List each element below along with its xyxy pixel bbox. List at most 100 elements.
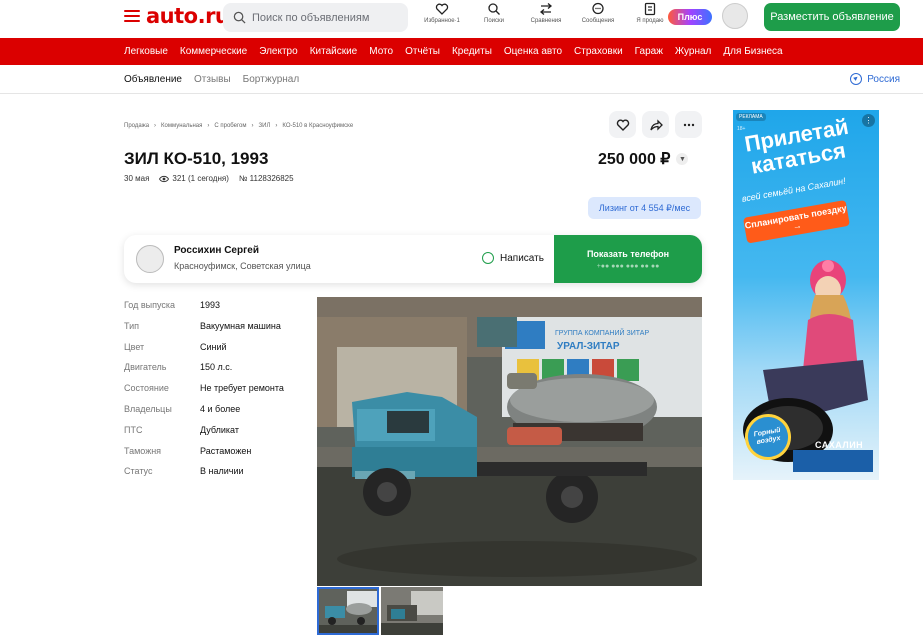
chat-icon [592, 2, 604, 15]
seller-avatar[interactable] [136, 245, 164, 273]
category-item[interactable]: Китайские [310, 46, 358, 57]
top-bar: auto.ru Поиск по объявлениям Избранное·1… [0, 0, 923, 38]
main-photo[interactable]: ГРУППА КОМПАНИЙ ЗИТАР УРАЛ-ЗИТАР [317, 297, 702, 586]
ad-cta-button[interactable]: Спланировать поездку → [743, 199, 850, 244]
spec-key: Таможня [124, 445, 162, 456]
menu-icon[interactable] [124, 10, 140, 22]
ad-label: РЕКЛАМА [736, 113, 766, 121]
nav-messages[interactable]: Сообщения [576, 2, 620, 24]
breadcrumb-item[interactable]: Коммунальная [161, 123, 202, 129]
logo[interactable]: auto.ru [124, 4, 230, 28]
spec-key: Тип [124, 320, 140, 331]
seller-name[interactable]: Россихин Сергей [174, 245, 259, 256]
category-item[interactable]: Кредиты [452, 46, 492, 57]
nav-selling-label: Я продаю [636, 18, 664, 24]
heart-icon [616, 119, 629, 131]
nav-selling[interactable]: Я продаю [628, 2, 672, 24]
breadcrumb-item[interactable]: КО-510 в Красноуфимске [282, 123, 353, 129]
leasing-button[interactable]: Лизинг от 4 554 ₽/мес [588, 197, 701, 219]
breadcrumb-item[interactable]: Продажа [124, 123, 149, 129]
breadcrumb-item[interactable]: С пробегом [214, 123, 246, 129]
write-label: Написать [500, 252, 544, 264]
category-item[interactable]: Гараж [635, 46, 663, 57]
plus-label: Плюс [677, 12, 703, 22]
category-item[interactable]: Журнал [675, 46, 712, 57]
spec-key: Год выпуска [124, 300, 175, 310]
spec-key: Двигатель [124, 362, 167, 373]
nav-favorites-label: Избранное·1 [424, 18, 460, 24]
spec-value: 1993 [200, 300, 221, 310]
category-item[interactable]: Для Бизнеса [723, 46, 782, 57]
photo-sign-top: ГРУППА КОМПАНИЙ ЗИТАР [555, 328, 649, 337]
spec-value: Дубликат [200, 424, 239, 435]
user-avatar[interactable] [722, 3, 748, 29]
category-item[interactable]: Оценка авто [504, 46, 562, 57]
nav-compare[interactable]: Сравнения [524, 2, 568, 24]
spec-row: Состояние Не требует ремонта [124, 383, 284, 404]
breadcrumb-separator: › [207, 123, 210, 129]
logo-text[interactable]: auto.ru [146, 4, 230, 28]
more-icon[interactable] [675, 111, 702, 138]
search-placeholder: Поиск по объявлениям [252, 11, 370, 24]
nav-messages-label: Сообщения [581, 18, 615, 24]
tab-listing[interactable]: Объявление [124, 74, 182, 85]
spec-row: Владельцы 4 и более [124, 404, 284, 425]
eye-icon [159, 175, 170, 182]
show-phone-button[interactable]: Показать телефон +●● ●●● ●●● ●● ●● [554, 235, 702, 283]
category-item[interactable]: Отчёты [405, 46, 440, 57]
share-button[interactable] [642, 111, 669, 138]
advertisement-banner[interactable]: РЕКЛАМА 18+ ⋮ Прилетай кататься всей сем… [733, 110, 879, 480]
nav-favorites[interactable]: Избранное·1 [420, 2, 464, 24]
thumbnail[interactable] [317, 587, 379, 635]
post-listing-button[interactable]: Разместить объявление [764, 3, 900, 31]
breadcrumb-item[interactable]: ЗИЛ [259, 123, 271, 129]
category-item[interactable]: Электро [259, 46, 297, 57]
more-icon[interactable]: ⋮ [862, 114, 875, 127]
nav-searches[interactable]: Поиски [472, 2, 516, 24]
listing-actions [609, 111, 702, 138]
category-item[interactable]: Страховки [574, 46, 623, 57]
ad-brand: САХАЛИН [815, 440, 864, 450]
spec-value: Не требует ремонта [200, 383, 284, 394]
price-value: 250 000 ₽ [598, 151, 671, 168]
chevron-down-icon[interactable]: ▼ [676, 153, 689, 165]
tab-logbook[interactable]: Бортжурнал [243, 74, 300, 85]
category-item[interactable]: Легковые [124, 46, 168, 57]
search-alert-icon [488, 3, 500, 15]
breadcrumb-separator: › [275, 123, 278, 129]
write-message-button[interactable]: Написать [482, 252, 544, 264]
spec-row: Год выпуска 1993 [124, 300, 284, 321]
category-nav: Легковые Коммерческие Электро Китайские … [0, 38, 923, 65]
price[interactable]: 250 000 ₽ ▼ [598, 149, 689, 169]
seller-card: Россихин Сергей Красноуфимск, Советская … [124, 235, 702, 283]
spec-value: Растаможен [200, 445, 252, 456]
search-input[interactable]: Поиск по объявлениям [223, 3, 408, 32]
tab-reviews[interactable]: Отзывы [194, 74, 231, 85]
spec-row: Статус В наличии [124, 466, 284, 487]
nav-searches-label: Поиски [484, 18, 504, 24]
breadcrumb-separator: › [154, 123, 157, 129]
compare-icon [539, 3, 553, 15]
category-item[interactable]: Коммерческие [180, 46, 247, 57]
spec-key: Статус [124, 466, 153, 477]
location-icon [850, 73, 863, 85]
region-label: Россия [867, 73, 900, 85]
photo-thumbnails [317, 587, 443, 635]
spec-value: 150 л.с. [200, 362, 233, 373]
spec-row: Цвет Синий [124, 342, 284, 363]
search-icon [233, 11, 246, 24]
thumbnail[interactable] [381, 587, 443, 635]
plus-badge[interactable]: Плюс [668, 9, 712, 25]
region-selector[interactable]: Россия [850, 73, 900, 85]
category-item[interactable]: Мото [369, 46, 393, 57]
favorite-button[interactable] [609, 111, 636, 138]
spec-value: 4 и более [200, 403, 241, 414]
spec-row: Таможня Растаможен [124, 446, 284, 467]
spec-key: Цвет [124, 341, 145, 352]
thumbnail-image [319, 589, 377, 633]
spec-key: ПТС [124, 424, 143, 435]
spec-row: Двигатель 150 л.с. [124, 362, 284, 383]
truck-photo: ГРУППА КОМПАНИЙ ЗИТАР УРАЛ-ЗИТАР [317, 297, 702, 586]
sell-icon [644, 2, 656, 16]
page-title: ЗИЛ КО-510, 1993 [124, 149, 269, 168]
